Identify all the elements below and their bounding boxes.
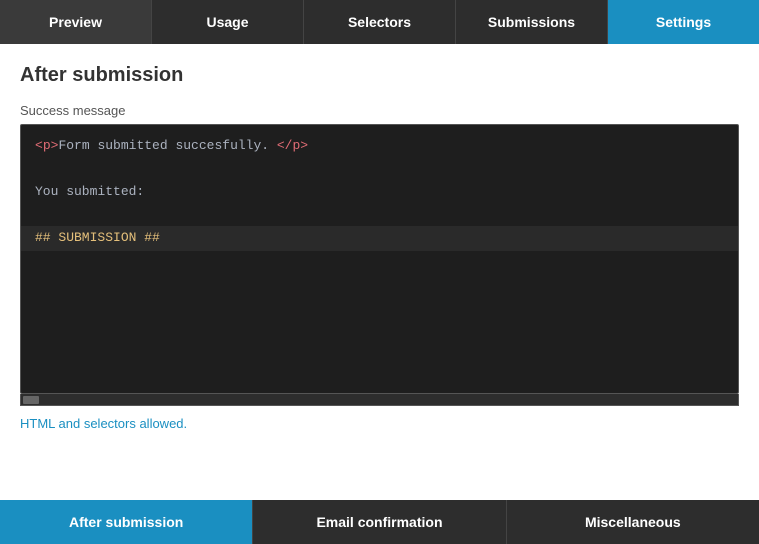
page-title: After submission (20, 64, 739, 87)
field-label: Success message (20, 103, 739, 118)
code-line-1: <p>Form submitted succesfully. </p> (35, 135, 724, 158)
editor-scrollbar[interactable] (20, 394, 739, 406)
scrollbar-thumb (23, 396, 39, 404)
bottom-tab-miscellaneous[interactable]: Miscellaneous (507, 500, 759, 544)
tab-preview[interactable]: Preview (0, 0, 152, 44)
tab-selectors[interactable]: Selectors (304, 0, 456, 44)
tab-usage[interactable]: Usage (152, 0, 304, 44)
bottom-tab-after-submission[interactable]: After submission (0, 500, 253, 544)
code-line-3: ## SUBMISSION ## (21, 226, 738, 251)
code-line-blank-1 (35, 158, 724, 181)
hint-text: HTML and selectors allowed. (20, 416, 739, 431)
bottom-tab-email-confirmation[interactable]: Email confirmation (253, 500, 506, 544)
code-editor[interactable]: <p>Form submitted succesfully. </p> You … (20, 124, 739, 394)
bottom-nav: After submission Email confirmation Misc… (0, 500, 759, 544)
code-line-blank-2 (35, 203, 724, 226)
tab-settings[interactable]: Settings (608, 0, 759, 44)
tab-submissions[interactable]: Submissions (456, 0, 608, 44)
main-content: After submission Success message <p>Form… (0, 44, 759, 500)
code-line-2: You submitted: (35, 181, 724, 204)
top-nav: Preview Usage Selectors Submissions Sett… (0, 0, 759, 44)
